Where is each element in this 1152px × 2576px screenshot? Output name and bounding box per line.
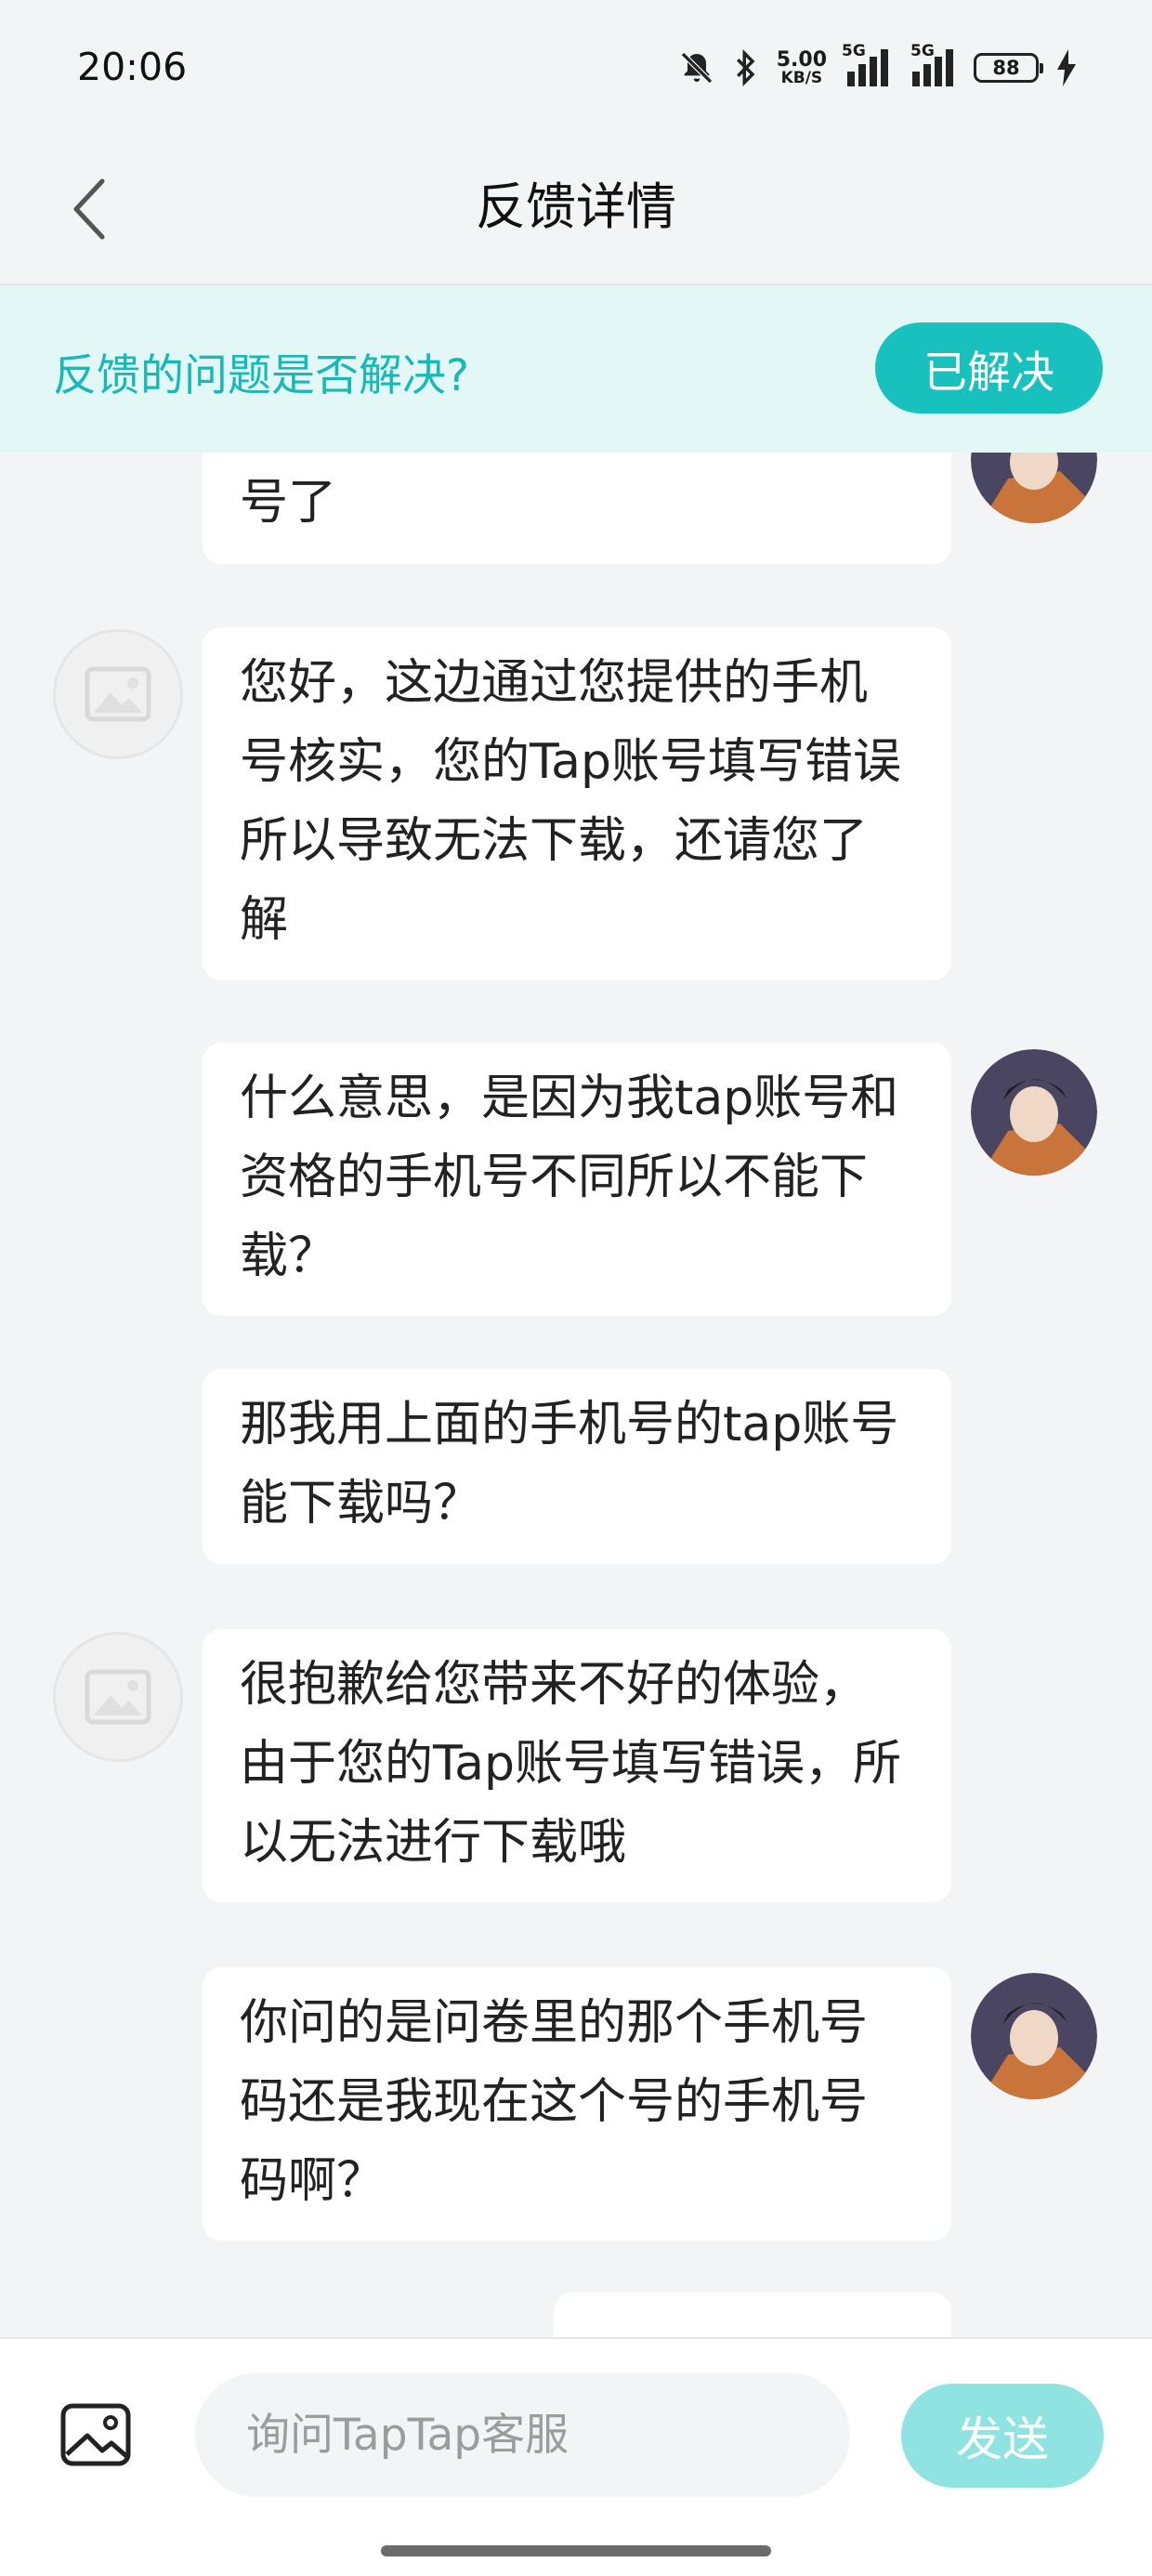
- feedback-detail-screen: 20:06 5.00 KB/S 5G 5G 88 反馈详情 反馈的问题是否解决?…: [0, 0, 1152, 2576]
- user-avatar: [971, 1049, 1097, 1176]
- agent-avatar: [53, 629, 183, 759]
- resolved-button[interactable]: 已解决: [875, 322, 1103, 414]
- mute-bell-icon: [678, 49, 715, 86]
- battery-icon: 88: [974, 53, 1043, 83]
- header: 反馈详情: [0, 139, 1152, 285]
- message-input[interactable]: [195, 2372, 850, 2497]
- image-icon: [60, 2403, 131, 2466]
- signal-icon: 5G: [842, 42, 892, 86]
- bluetooth-icon: [732, 48, 760, 87]
- status-icons: 5.00 KB/S 5G 5G 88: [678, 42, 1078, 93]
- network-speed: 5.00 KB/S: [776, 47, 827, 87]
- resolve-question: 反馈的问题是否解决?: [53, 350, 469, 401]
- image-placeholder-icon: [85, 1669, 151, 1725]
- user-avatar: [971, 453, 1097, 523]
- message-bubble-agent: 您好，这边通过您提供的手机号核实，您的Tap账号填写错误所以导致无法下载，还请您…: [203, 627, 951, 980]
- signal-icon: 5G: [909, 42, 957, 86]
- message-bubble-user: 号了: [203, 453, 951, 564]
- status-bar: 20:06 5.00 KB/S 5G 5G 88: [0, 0, 1152, 139]
- charging-icon: [1055, 49, 1078, 86]
- send-button[interactable]: 发送: [901, 2384, 1104, 2488]
- image-placeholder-icon: [85, 666, 151, 722]
- message-bubble-user: 什么意思，是因为我tap账号和资格的手机号不同所以不能下载？: [203, 1043, 951, 1316]
- chat-area[interactable]: 号了 您好，这边通过您提供的手机号核实，您的Tap账号填写错误所以导致无法下载，…: [0, 453, 1152, 2337]
- input-bar: 发送: [0, 2337, 1152, 2576]
- image-button[interactable]: [58, 2397, 134, 2473]
- message-bubble-partial: [554, 2293, 951, 2337]
- message-bubble-user: 你问的是问卷里的那个手机号码还是我现在这个号的手机号码啊？: [203, 1967, 951, 2241]
- user-avatar: [971, 1973, 1097, 2099]
- resolve-banner: 反馈的问题是否解决? 已解决: [0, 285, 1152, 453]
- agent-avatar: [53, 1632, 183, 1762]
- page-title: 反馈详情: [476, 177, 676, 236]
- message-bubble-agent: 很抱歉给您带来不好的体验，由于您的Tap账号填写错误，所以无法进行下载哦: [203, 1629, 951, 1902]
- message-bubble-user: 那我用上面的手机号的tap账号能下载吗？: [203, 1369, 951, 1564]
- home-indicator[interactable]: [381, 2545, 771, 2556]
- status-time: 20:06: [77, 45, 188, 89]
